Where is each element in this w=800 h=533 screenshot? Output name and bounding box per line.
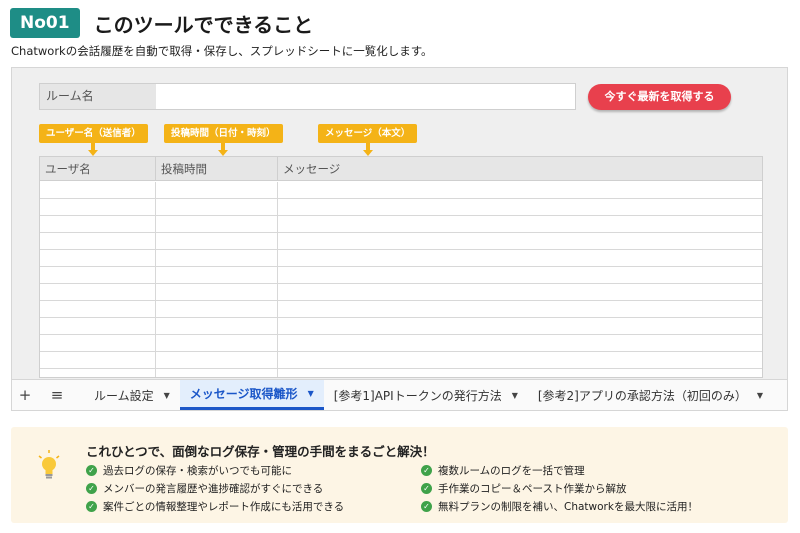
page-title: このツールでできること xyxy=(93,12,314,37)
check-icon: ✓ xyxy=(421,501,432,512)
tab-label: [参考2]アプリの承認方法（初回のみ） xyxy=(537,388,747,403)
chevron-down-icon[interactable]: ▼ xyxy=(308,389,314,398)
tab-room-settings[interactable]: ルーム設定 ▼ xyxy=(84,380,180,410)
check-icon: ✓ xyxy=(86,501,97,512)
room-name-input[interactable] xyxy=(156,84,575,109)
tab-message-template[interactable]: メッセージ取得雛形 ▼ xyxy=(179,380,324,410)
table-body[interactable] xyxy=(40,182,762,377)
check-icon: ✓ xyxy=(421,465,432,476)
sheet-menu-icon[interactable]: ≡ xyxy=(44,386,70,404)
add-sheet-icon[interactable]: + xyxy=(12,386,38,404)
summary-title: これひとつで、面倒なログ保存・管理の手間をまるごと解決！ xyxy=(86,444,435,459)
check-icon: ✓ xyxy=(421,483,432,494)
fetch-latest-button[interactable]: 今すぐ最新を取得する xyxy=(588,84,731,110)
feature-item: ✓ 手作業のコピー＆ペースト作業から解放 xyxy=(421,481,626,496)
room-name-label: ルーム名 xyxy=(40,84,156,109)
column-header-time[interactable]: 投稿時間 xyxy=(156,157,278,180)
chevron-down-icon[interactable]: ▼ xyxy=(512,391,518,400)
tab-label: [参考1]APIトークンの発行方法 xyxy=(333,388,502,403)
callout-username: ユーザー名（送信者） xyxy=(39,124,148,156)
chevron-down-icon[interactable]: ▼ xyxy=(757,391,763,400)
sheet-tab-bar: + ≡ ルーム設定 ▼ メッセージ取得雛形 ▼ [参考1]APIトークンの発行方… xyxy=(12,379,787,410)
feature-summary-box: これひとつで、面倒なログ保存・管理の手間をまるごと解決！ ✓ 過去ログの保存・検… xyxy=(11,427,788,523)
table-header: ユーザ名 投稿時間 メッセージ xyxy=(40,157,762,181)
message-table: ユーザ名 投稿時間 メッセージ xyxy=(39,156,763,378)
feature-item: ✓ 案件ごとの情報整理やレポート作成にも活用できる xyxy=(86,499,344,514)
tab-label: メッセージ取得雛形 xyxy=(189,387,298,401)
page-header: No01 このツールでできること xyxy=(10,8,313,38)
room-name-field[interactable]: ルーム名 xyxy=(39,83,576,110)
column-header-user[interactable]: ユーザ名 xyxy=(40,157,156,180)
callout-post-time: 投稿時間（日付・時刻） xyxy=(164,124,283,156)
callout-message: メッセージ（本文） xyxy=(318,124,418,156)
chevron-down-icon[interactable]: ▼ xyxy=(164,391,170,400)
feature-item: ✓ メンバーの発言履歴や進捗確認がすぐにできる xyxy=(86,481,323,496)
feature-item: ✓ 複数ルームのログを一括で管理 xyxy=(421,463,585,478)
page-subtitle: Chatworkの会話履歴を自動で取得・保存し、スプレッドシートに一覧化します。 xyxy=(11,44,433,58)
check-icon: ✓ xyxy=(86,483,97,494)
lightbulb-icon xyxy=(38,450,60,479)
tab-app-approval-guide[interactable]: [参考2]アプリの承認方法（初回のみ） ▼ xyxy=(528,380,773,410)
feature-item: ✓ 無料プランの制限を補い、Chatworkを最大限に活用！ xyxy=(421,499,698,514)
check-icon: ✓ xyxy=(86,465,97,476)
column-header-message[interactable]: メッセージ xyxy=(278,157,762,180)
tab-api-token-guide[interactable]: [参考1]APIトークンの発行方法 ▼ xyxy=(324,380,528,410)
tab-label: ルーム設定 xyxy=(94,388,154,403)
spreadsheet-preview: ルーム名 今すぐ最新を取得する ユーザー名（送信者） 投稿時間（日付・時刻） メ… xyxy=(11,67,788,411)
number-badge: No01 xyxy=(10,8,80,38)
feature-item: ✓ 過去ログの保存・検索がいつでも可能に xyxy=(86,463,292,478)
